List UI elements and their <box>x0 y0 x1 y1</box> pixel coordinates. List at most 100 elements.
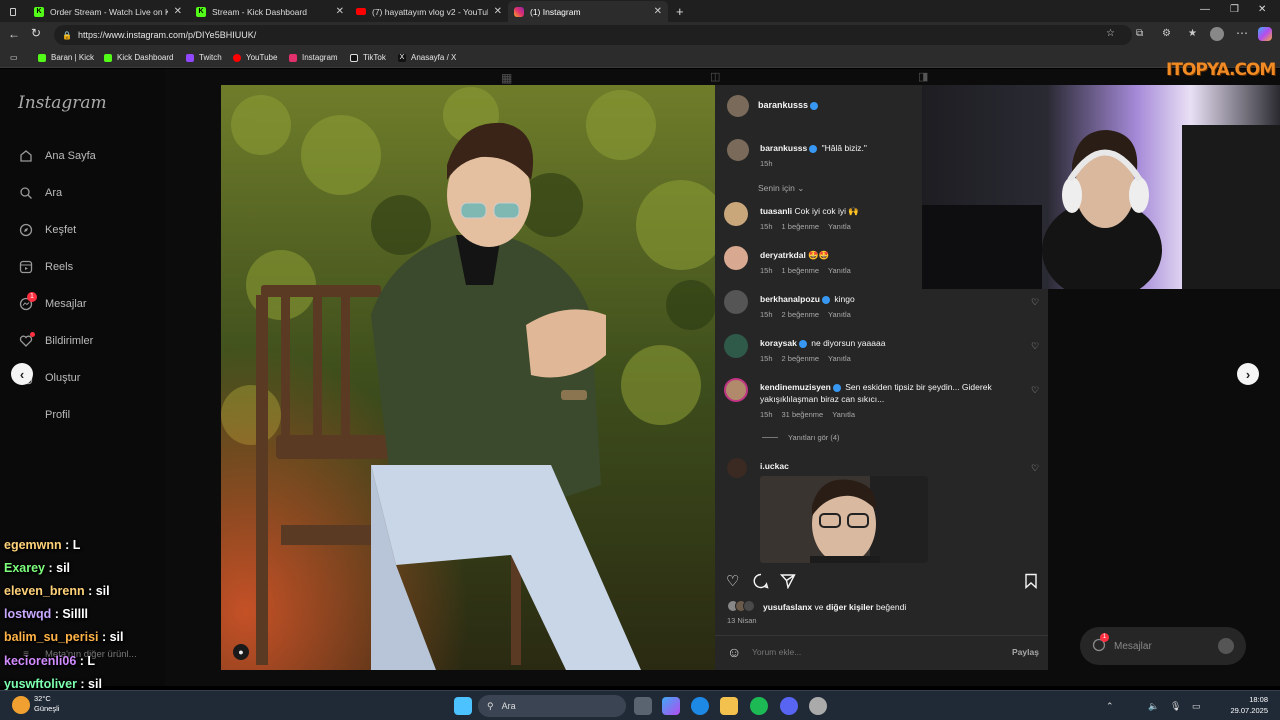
discord-icon[interactable] <box>780 697 798 715</box>
nav-search[interactable]: Ara <box>18 185 62 201</box>
comment-like-heart-icon[interactable]: ♡ <box>1031 385 1039 396</box>
comment-likes[interactable]: 2 beğenme <box>782 310 820 319</box>
reply-button[interactable]: Yanıtla <box>828 354 851 363</box>
nav-explore[interactable]: Keşfet <box>18 222 76 238</box>
tab-instagram[interactable]: (1) Instagram ✕ <box>508 1 668 22</box>
previous-post-button[interactable]: ‹ <box>11 363 33 385</box>
comment-gif-image[interactable] <box>760 476 928 563</box>
emoji-icon[interactable]: ☺ <box>727 644 741 660</box>
new-tab-button[interactable]: + <box>670 1 690 22</box>
commenter-avatar[interactable] <box>724 290 748 314</box>
post-photo[interactable]: ● <box>221 85 715 670</box>
commenter-avatar[interactable] <box>724 378 748 402</box>
close-icon[interactable]: ✕ <box>174 6 182 17</box>
reply-button[interactable]: Yanıtla <box>828 222 851 231</box>
close-icon[interactable]: ✕ <box>654 6 662 17</box>
post-comment-button[interactable]: Paylaş <box>1012 647 1039 657</box>
tag-user-icon[interactable]: ● <box>233 644 249 660</box>
split-screen-icon[interactable]: ⚙ <box>1162 28 1171 39</box>
share-icon[interactable] <box>779 573 796 594</box>
reply-button[interactable]: Yanıtla <box>828 266 851 275</box>
profile-avatar[interactable] <box>1210 27 1224 41</box>
comment-username[interactable]: koraysak <box>760 338 797 348</box>
network-icon[interactable]: ▭ <box>1192 701 1201 712</box>
favorites-icon[interactable]: ★ <box>1188 28 1197 39</box>
window-close-button[interactable]: ✕ <box>1258 4 1266 15</box>
bookmark-x[interactable]: X Anasayfa / X <box>398 53 456 62</box>
task-view-button[interactable] <box>634 697 652 715</box>
bookmark-youtube[interactable]: YouTube <box>233 53 277 62</box>
add-comment-input[interactable] <box>752 645 1002 659</box>
commenter-avatar[interactable] <box>724 246 748 270</box>
view-replies-button[interactable]: Yanıtları gör (4) <box>762 433 840 442</box>
liked-by-others[interactable]: diğer kişiler <box>826 602 874 612</box>
more-menu-icon[interactable]: ⋯ <box>1236 26 1248 40</box>
restore-button[interactable]: ❐ <box>1230 4 1239 15</box>
copilot-taskbar-icon[interactable] <box>662 697 680 715</box>
obs-icon[interactable] <box>809 697 827 715</box>
bookmark-instagram[interactable]: Instagram <box>289 53 338 62</box>
start-button[interactable] <box>454 697 472 715</box>
comment-username[interactable]: tuasanli <box>760 206 792 216</box>
edge-taskbar-icon[interactable] <box>691 697 709 715</box>
close-icon[interactable]: ✕ <box>494 6 502 17</box>
commenter-avatar[interactable] <box>727 458 747 478</box>
author-avatar[interactable] <box>727 95 749 117</box>
reply-button[interactable]: Yanıtla <box>832 410 855 419</box>
comment-likes[interactable]: 2 beğenme <box>782 354 820 363</box>
comment-icon[interactable] <box>753 573 769 594</box>
clock[interactable]: 18:08 29.07.2025 <box>1222 694 1268 716</box>
taskbar-search[interactable]: ⚲ Ara <box>478 695 626 717</box>
tray-overflow-icon[interactable]: ⌃ <box>1106 701 1114 712</box>
commenter-avatar[interactable] <box>724 202 748 226</box>
file-explorer-icon[interactable] <box>720 697 738 715</box>
commenter-avatar[interactable] <box>724 334 748 358</box>
refresh-icon[interactable]: ↻ <box>31 26 41 40</box>
comment-like-heart-icon[interactable]: ♡ <box>1031 297 1039 308</box>
volume-icon[interactable]: 🔈 <box>1148 701 1159 712</box>
copilot-icon[interactable] <box>1258 27 1272 41</box>
favorite-star-icon[interactable]: ☆ <box>1106 28 1115 39</box>
extensions-icon[interactable]: ⧉ <box>1136 28 1143 39</box>
nav-notifications[interactable]: Bildirimler <box>18 332 93 349</box>
tab-actions-button[interactable] <box>4 1 22 22</box>
instagram-logo[interactable]: Instagram <box>18 93 107 113</box>
nav-profile[interactable]: Profil <box>18 407 70 423</box>
next-post-button[interactable]: › <box>1237 363 1259 385</box>
bookmark-baran-kick[interactable]: Baran | Kick <box>38 53 94 62</box>
reading-mode-icon[interactable]: ▭ <box>10 53 18 62</box>
comment-username[interactable]: i.uckac <box>760 461 789 471</box>
nav-home[interactable]: Ana Sayfa <box>18 148 96 164</box>
spotify-icon[interactable] <box>750 697 768 715</box>
minimize-button[interactable]: — <box>1200 4 1210 15</box>
bookmark-kick-dashboard[interactable]: Kick Dashboard <box>104 53 173 62</box>
save-bookmark-icon[interactable] <box>1024 573 1038 594</box>
nav-reels[interactable]: Reels <box>18 259 73 275</box>
tab-kick-order-stream[interactable]: K Order Stream - Watch Live on Kic ✕ <box>28 1 188 22</box>
comment-like-heart-icon[interactable]: ♡ <box>1031 341 1039 352</box>
microphone-icon[interactable]: 🎙 <box>1170 701 1181 712</box>
reply-button[interactable]: Yanıtla <box>828 310 851 319</box>
post-author[interactable]: barankusss <box>758 100 820 110</box>
weather-widget[interactable]: 32°C Güneşli <box>34 694 59 714</box>
comment-likes[interactable]: 31 beğenme <box>782 410 824 419</box>
bookmark-twitch[interactable]: Twitch <box>186 53 222 62</box>
close-icon[interactable]: ✕ <box>336 6 344 17</box>
comment-username[interactable]: kendinemuzisyen <box>760 382 831 392</box>
comment-username[interactable]: deryatrkdal <box>760 250 806 260</box>
messages-bubble[interactable]: 1 Mesajlar <box>1080 627 1246 665</box>
weather-icon[interactable] <box>12 696 30 714</box>
comment-likes[interactable]: 1 beğenme <box>782 222 820 231</box>
like-heart-icon[interactable]: ♡ <box>726 572 739 590</box>
caption-avatar[interactable] <box>727 139 749 161</box>
nav-messages[interactable]: 1 Mesajlar <box>18 292 87 312</box>
comment-likes[interactable]: 1 beğenme <box>782 266 820 275</box>
comment-username[interactable]: berkhanalpozu <box>760 294 820 304</box>
back-icon[interactable]: ← <box>8 27 20 41</box>
liked-by-user[interactable]: yusufaslanx <box>763 602 812 612</box>
comment-like-heart-icon[interactable]: ♡ <box>1031 463 1039 474</box>
caption-username[interactable]: barankusss <box>760 143 807 153</box>
comment-sort-dropdown[interactable]: Senin için ⌄ <box>758 183 804 194</box>
url-field[interactable]: 🔒 https://www.instagram.com/p/DIYe5BHIUU… <box>54 25 1132 45</box>
site-info-icon[interactable]: 🔒 <box>62 31 72 40</box>
